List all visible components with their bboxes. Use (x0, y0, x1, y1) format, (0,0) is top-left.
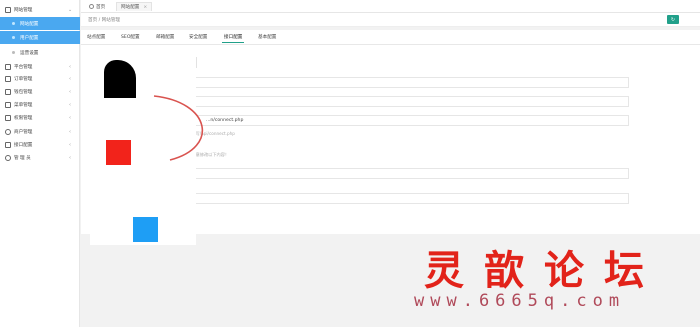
sidebar-group-orders[interactable]: 订单管理 ‹ (0, 72, 80, 85)
tab-label: 首页 (96, 4, 106, 10)
sidebar-label: 网站配置 (20, 21, 39, 27)
sidebar-group-api[interactable]: 接口配置 ‹ (0, 138, 80, 151)
sidebar-label: 权限管理 (14, 115, 33, 121)
sidebar-label: 钱包管理 (14, 89, 33, 95)
lock-icon (5, 114, 11, 121)
sidebar-label: 管 理 员 (14, 155, 31, 161)
url-input[interactable]: ...n/connect.php (181, 115, 629, 126)
c-input[interactable] (181, 96, 629, 107)
chevron-left-icon: ‹ (69, 101, 71, 108)
red-arc (153, 95, 204, 161)
sidebar-item-ops[interactable]: 运营设置 (0, 46, 80, 59)
breadcrumb: 首页 / 网站管理 (88, 18, 121, 23)
sidebar-label: 平台管理 (14, 64, 33, 70)
menu-icon (5, 101, 11, 108)
chevron-left-icon: ‹ (69, 75, 71, 82)
home-icon (89, 4, 94, 9)
tab-site[interactable]: 站点配置 (87, 34, 105, 40)
bullet-icon (12, 36, 15, 39)
chevron-left-icon: ‹ (69, 88, 71, 95)
bullet-icon (12, 22, 15, 25)
qq-input[interactable] (181, 77, 629, 88)
sidebar-label: 订单管理 (14, 76, 33, 82)
tab-label: 网站配置 (121, 5, 140, 10)
close-icon[interactable]: × (143, 5, 147, 10)
refresh-button[interactable]: ↻ (667, 15, 679, 24)
sidebar-group-admins[interactable]: 管 理 员 ‹ (0, 151, 80, 164)
tab-seo[interactable]: SEO配置 (121, 34, 140, 40)
tab-home[interactable]: 首页 (85, 2, 109, 11)
sidebar-group-menu[interactable]: 菜单管理 ‹ (0, 98, 80, 111)
note-input[interactable] (181, 193, 629, 204)
sidebar-group-merchants[interactable]: 商户管理 ‹ (0, 125, 80, 138)
breadcrumb-bar: 首页 / 网站管理 ↻ (81, 13, 700, 27)
chevron-left-icon: ‹ (69, 114, 71, 121)
chevron-left-icon: ‹ (69, 154, 71, 161)
red-square (106, 140, 131, 165)
chevron-left-icon: ‹ (69, 63, 71, 70)
tab-security[interactable]: 安全配置 (189, 34, 207, 40)
sidebar-item-user-config[interactable]: 用户配置 (0, 31, 80, 44)
sidebar-item-site-config[interactable]: 网站配置 (0, 17, 80, 30)
sidebar-label: 用户配置 (20, 35, 39, 41)
tab-site-config[interactable]: 网站配置 × (116, 2, 153, 11)
list-icon (5, 75, 11, 82)
watermark-title: 灵歆论坛 (424, 247, 664, 294)
sidebar-label: 商户管理 (14, 129, 33, 135)
tab-api[interactable]: 接口配置 (221, 34, 245, 43)
grid-icon (5, 63, 11, 70)
admin-icon (5, 154, 11, 161)
chevron-down-icon: ⌄ (68, 6, 73, 13)
tab-basic[interactable]: 基本配置 (258, 34, 276, 40)
chevron-left-icon: ‹ (69, 141, 71, 148)
wallet-icon (5, 88, 11, 95)
blue-square (133, 217, 158, 242)
refresh-icon: ↻ (670, 16, 676, 23)
user-icon (5, 128, 11, 135)
bullet-icon (12, 51, 15, 54)
plug-icon (5, 141, 11, 148)
settings-icon (5, 6, 11, 13)
sidebar-group-wallet[interactable]: 钱包管理 ‹ (0, 85, 80, 98)
sidebar-label: 菜单管理 (14, 102, 33, 108)
sidebar-group-website[interactable]: 网站管理 ⌄ (0, 3, 80, 16)
domain-input[interactable] (181, 168, 629, 179)
watermark-url: www.6665q.com (414, 291, 626, 311)
sidebar: 网站管理 ⌄ 网站配置 用户配置 运营设置 平台管理 ‹ 订单管理 ‹ 钱包管理… (0, 0, 80, 327)
sidebar-label: 网站管理 (14, 7, 33, 13)
black-shape (104, 60, 136, 98)
sidebar-group-permissions[interactable]: 权限管理 ‹ (0, 111, 80, 124)
chevron-left-icon: ‹ (69, 128, 71, 135)
tab-email[interactable]: 邮箱配置 (156, 34, 174, 40)
sidebar-label: 运营设置 (20, 50, 39, 56)
sidebar-label: 接口配置 (14, 142, 33, 148)
tab-bar: 首页 网站配置 × (81, 0, 700, 13)
config-tabs: 站点配置 SEO配置 邮箱配置 安全配置 接口配置 基本配置 (81, 30, 700, 45)
